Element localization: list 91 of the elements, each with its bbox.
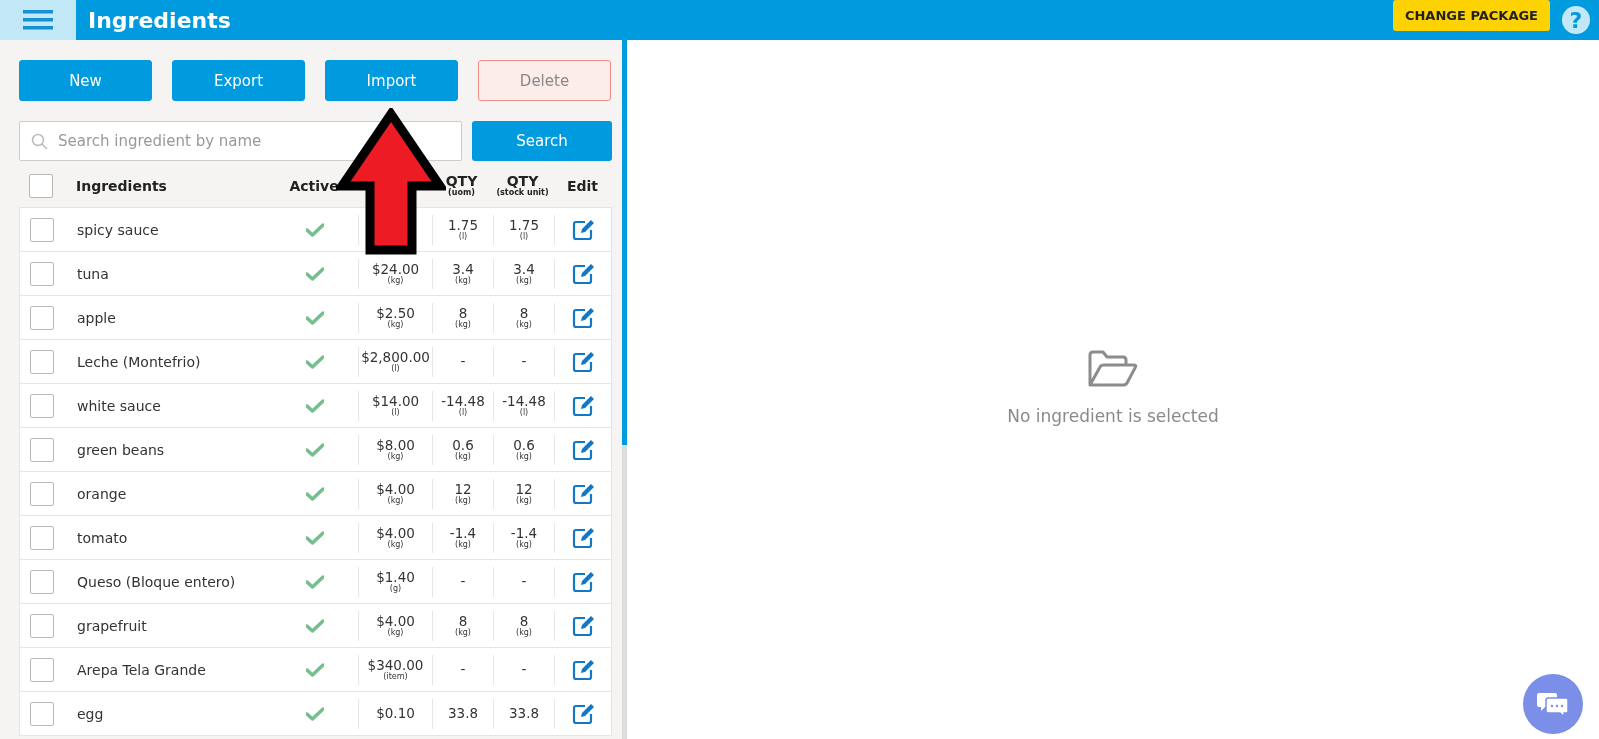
table-cell: 12 (kg) — [454, 482, 472, 505]
table-cell: $1.40 (g) — [376, 570, 415, 593]
checkbox[interactable] — [30, 701, 54, 726]
table-cell: 3.4 (kg) — [452, 262, 474, 285]
checkbox[interactable] — [30, 437, 54, 462]
table-cell: - — [460, 354, 466, 369]
edit-icon[interactable] — [572, 702, 596, 725]
table-cell: - — [521, 354, 527, 369]
chat-button[interactable] — [1523, 674, 1583, 734]
table-cell: $4.00 (kg) — [376, 526, 415, 549]
table-cell: $2.50 (kg) — [376, 306, 415, 329]
table-cell: $2,800.00 (l) — [361, 350, 430, 373]
table-cell: 0.6 (kg) — [513, 438, 535, 461]
edit-icon[interactable] — [572, 614, 596, 637]
table-cell: -1.4 (kg) — [449, 526, 477, 549]
table-cell: 1.75 (l) — [508, 218, 540, 241]
ingredient-name: Queso (Bloque entero) — [77, 573, 237, 590]
checkbox[interactable] — [30, 481, 54, 506]
table-cell: - — [521, 662, 527, 677]
checkbox[interactable] — [30, 525, 54, 550]
ingredient-name: spicy sauce — [77, 221, 160, 238]
folder-icon — [1087, 350, 1139, 388]
menu-button[interactable] — [0, 0, 76, 40]
column-header: Ingredients — [76, 178, 168, 194]
ingredient-name: white sauce — [77, 397, 162, 414]
table-cell: $4.00 (kg) — [376, 614, 415, 637]
table-cell: 33.8 — [508, 706, 540, 721]
scrollbar[interactable] — [622, 40, 627, 739]
page-title: Ingredients — [88, 7, 232, 33]
checkbox[interactable] — [29, 174, 53, 198]
edit-icon[interactable] — [572, 570, 596, 593]
ingredient-name: orange — [77, 485, 128, 502]
help-icon[interactable]: ? — [1562, 6, 1590, 34]
edit-icon[interactable] — [572, 438, 596, 461]
table-cell: 12 (kg) — [515, 482, 533, 505]
table-cell: 0.6 (kg) — [452, 438, 474, 461]
table-cell: $8.00 (kg) — [376, 438, 415, 461]
edit-icon[interactable] — [572, 482, 596, 505]
ingredient-name: Arepa Tela Grande — [77, 661, 207, 678]
table-cell: $14.00 (l) — [371, 394, 420, 417]
checkbox[interactable] — [30, 393, 54, 418]
toolbar-button[interactable]: Export — [172, 60, 305, 101]
ingredient-name: egg — [77, 705, 105, 722]
table-cell: 33.8 — [447, 706, 479, 721]
table-cell: 8 (kg) — [516, 306, 532, 329]
checkbox[interactable] — [30, 261, 54, 286]
table-cell: $24.00 (kg) — [371, 262, 420, 285]
edit-icon[interactable] — [572, 262, 596, 285]
table-cell: - — [460, 662, 466, 677]
toolbar-button[interactable]: New — [19, 60, 152, 101]
checkbox[interactable] — [30, 569, 54, 594]
table-cell: - — [521, 574, 527, 589]
column-header: QTY (uom) — [444, 174, 479, 198]
table-cell: -1.4 (kg) — [510, 526, 538, 549]
change-package-button[interactable]: CHANGE PACKAGE — [1392, 0, 1550, 31]
table-cell: $4.00 (kg) — [376, 482, 415, 505]
ingredient-name: green beans — [77, 441, 166, 458]
edit-icon[interactable] — [572, 526, 596, 549]
table-cell: -14.48 (l) — [441, 394, 485, 417]
checkbox[interactable] — [30, 217, 54, 242]
table-cell: 1.75 (l) — [447, 218, 479, 241]
edit-icon[interactable] — [572, 658, 596, 681]
empty-message: No ingredient is selected — [1007, 406, 1219, 426]
ingredient-name: tomato — [77, 529, 129, 546]
search-icon — [31, 133, 48, 150]
checkbox[interactable] — [30, 305, 54, 330]
checkbox[interactable] — [30, 657, 54, 682]
toolbar-button[interactable]: Import — [325, 60, 458, 101]
table-cell: 8 (kg) — [455, 306, 471, 329]
table-cell: 8 (kg) — [455, 614, 471, 637]
table-cell: -14.48 (l) — [502, 394, 546, 417]
checkbox[interactable] — [30, 613, 54, 638]
ingredient-name: Leche (Montefrio) — [77, 353, 202, 370]
column-header: Active — [288, 178, 340, 194]
table-cell: 3.4 (kg) — [513, 262, 535, 285]
search-button[interactable]: Search — [472, 121, 612, 161]
column-header: Edit — [565, 178, 600, 194]
table-cell: - — [460, 574, 466, 589]
table-cell: $340.00 (item) — [367, 658, 424, 681]
ingredient-name: grapefruit — [77, 617, 148, 634]
ingredient-name: tuna — [77, 265, 110, 282]
table-cell: 8 (kg) — [516, 614, 532, 637]
edit-icon[interactable] — [572, 218, 596, 241]
column-header: QTY (stock unit) — [495, 174, 550, 198]
menu-icon — [23, 9, 53, 31]
edit-icon[interactable] — [572, 394, 596, 417]
edit-icon[interactable] — [572, 350, 596, 373]
checkbox[interactable] — [30, 349, 54, 374]
table-cell: $0.10 — [376, 706, 415, 721]
ingredient-name: apple — [77, 309, 117, 326]
edit-icon[interactable] — [572, 306, 596, 329]
